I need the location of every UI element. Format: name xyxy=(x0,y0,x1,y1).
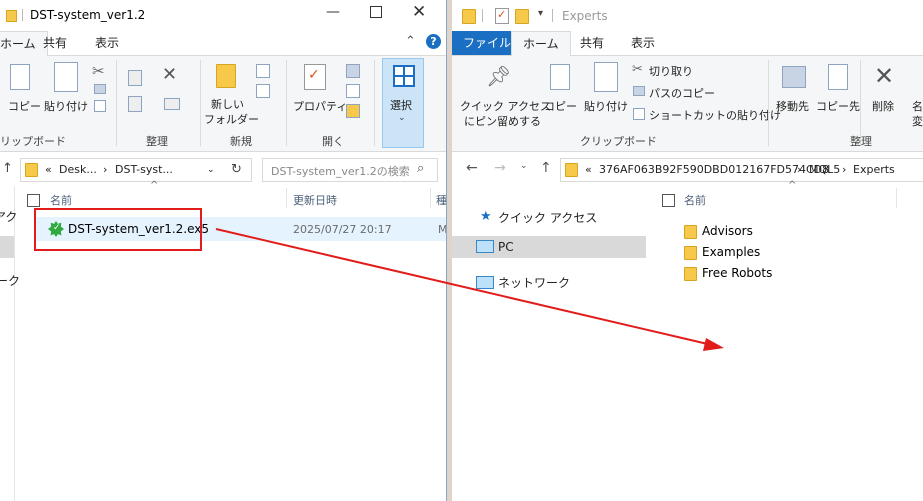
drag-arrow-overlay xyxy=(215,228,724,351)
arrow-head-icon xyxy=(703,338,724,351)
drag-arrow-line xyxy=(215,228,713,346)
